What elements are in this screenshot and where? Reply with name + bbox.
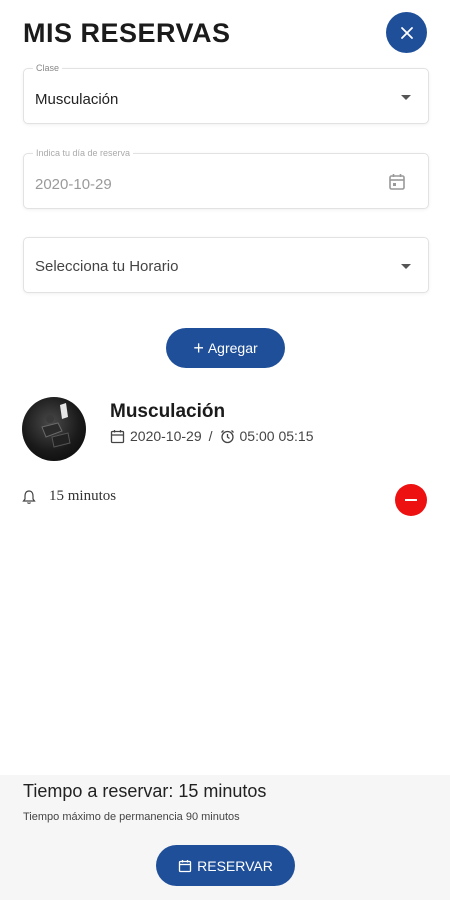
weights-image bbox=[41, 403, 71, 448]
remove-booking-button[interactable] bbox=[395, 484, 427, 516]
bell-icon bbox=[22, 489, 36, 504]
booking-separator: / bbox=[208, 428, 213, 444]
reminder: 15 minutos bbox=[22, 488, 116, 505]
booking-date: 2020-10-29 bbox=[130, 428, 202, 444]
page-title: MIS RESERVAS bbox=[23, 18, 231, 48]
minus-icon bbox=[405, 499, 417, 501]
add-button-label: Agregar bbox=[207, 340, 258, 356]
chevron-down-icon bbox=[401, 95, 411, 100]
fecha-label: Indica tu día de reserva bbox=[33, 148, 134, 158]
close-button[interactable] bbox=[386, 12, 427, 53]
booking-time: 05:00 05:15 bbox=[239, 428, 314, 444]
horario-placeholder: Selecciona tu Horario bbox=[35, 258, 179, 275]
plus-icon: + bbox=[193, 338, 204, 358]
reserve-button[interactable]: RESERVAR bbox=[156, 845, 295, 886]
close-icon bbox=[400, 26, 413, 39]
add-button[interactable]: + Agregar bbox=[166, 328, 285, 368]
booking-title: Musculación bbox=[110, 401, 226, 422]
footer-subtitle: Tiempo máximo de permanencia 90 minutos bbox=[23, 811, 240, 823]
avatar bbox=[22, 397, 86, 461]
horario-select[interactable]: Selecciona tu Horario bbox=[23, 237, 429, 293]
clase-select[interactable]: Clase Musculación bbox=[23, 63, 429, 124]
calendar-icon bbox=[110, 429, 125, 443]
calendar-icon bbox=[178, 859, 192, 872]
calendar-icon bbox=[389, 174, 405, 190]
chevron-down-icon bbox=[401, 264, 411, 269]
reminder-text: 15 minutos bbox=[49, 488, 117, 504]
fecha-field[interactable]: Indica tu día de reserva 2020-10-29 bbox=[23, 148, 429, 209]
fecha-value: 2020-10-29 bbox=[35, 176, 112, 193]
footer-title: Tiempo a reservar: 15 minutos bbox=[23, 781, 267, 801]
alarm-clock-icon bbox=[220, 429, 234, 443]
clase-label: Clase bbox=[33, 63, 63, 73]
clase-value: Musculación bbox=[35, 91, 119, 108]
reserve-button-label: RESERVAR bbox=[197, 857, 273, 874]
footer: Tiempo a reservar: 15 minutos Tiempo máx… bbox=[0, 775, 450, 900]
booking-meta: 2020-10-29 / 05:00 05:15 bbox=[110, 428, 313, 444]
header: MIS RESERVAS bbox=[0, 0, 450, 66]
